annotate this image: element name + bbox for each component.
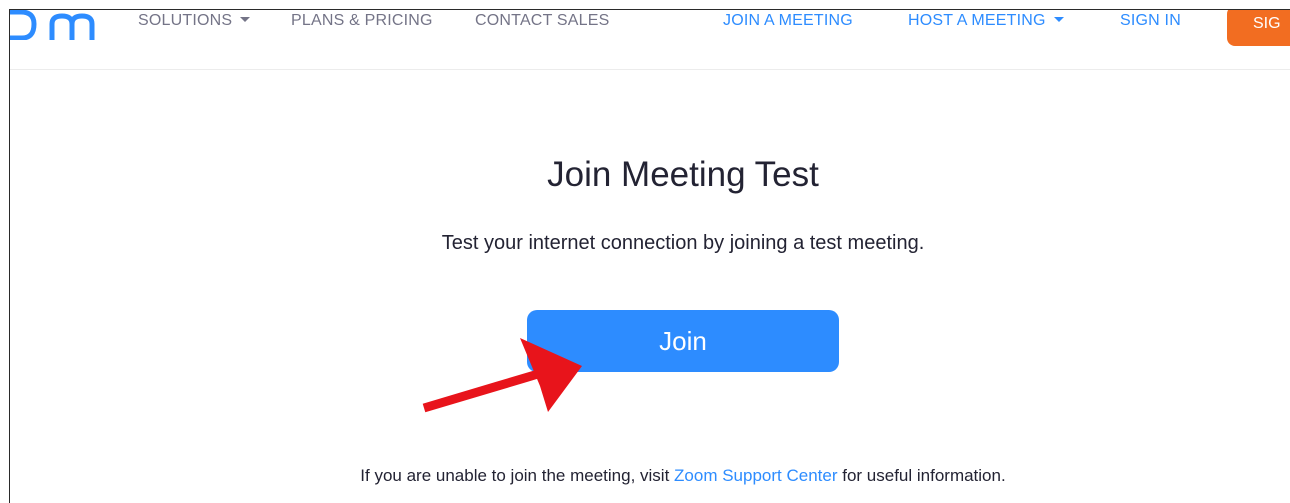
nav-host-meeting-label: HOST A MEETING xyxy=(908,12,1046,29)
nav-contact-sales[interactable]: CONTACT SALES xyxy=(475,10,609,32)
site-header: SOLUTIONS PLANS & PRICING CONTACT SALES … xyxy=(10,10,1290,70)
sign-up-label: SIG xyxy=(1253,15,1281,32)
footer-suffix: for useful information. xyxy=(837,466,1006,485)
zoom-logo-icon[interactable] xyxy=(10,10,100,40)
nav-sign-in[interactable]: SIGN IN xyxy=(1120,10,1181,32)
support-footer: If you are unable to join the meeting, v… xyxy=(10,466,1290,486)
nav-solutions-label: SOLUTIONS xyxy=(138,12,233,29)
nav-host-meeting[interactable]: HOST A MEETING xyxy=(908,10,1064,32)
page-title: Join Meeting Test xyxy=(547,155,819,194)
nav-join-meeting[interactable]: JOIN A MEETING xyxy=(723,10,853,32)
nav-solutions[interactable]: SOLUTIONS xyxy=(138,10,251,32)
browser-viewport: SOLUTIONS PLANS & PRICING CONTACT SALES … xyxy=(9,9,1290,503)
nav-plans-pricing[interactable]: PLANS & PRICING xyxy=(291,10,433,32)
chevron-down-icon xyxy=(1053,17,1064,23)
nav-contact-sales-label: CONTACT SALES xyxy=(475,12,610,29)
chevron-down-icon xyxy=(240,17,251,23)
nav-sign-in-label: SIGN IN xyxy=(1120,12,1181,29)
nav-join-meeting-label: JOIN A MEETING xyxy=(723,12,853,29)
page-subtitle: Test your internet connection by joining… xyxy=(441,232,925,254)
sign-up-button[interactable]: SIG xyxy=(1227,10,1290,46)
red-arrow-annotation-icon xyxy=(422,338,582,413)
footer-prefix: If you are unable to join the meeting, v… xyxy=(360,466,675,485)
nav-plans-pricing-label: PLANS & PRICING xyxy=(291,12,433,29)
support-center-link[interactable]: Zoom Support Center xyxy=(674,466,837,485)
